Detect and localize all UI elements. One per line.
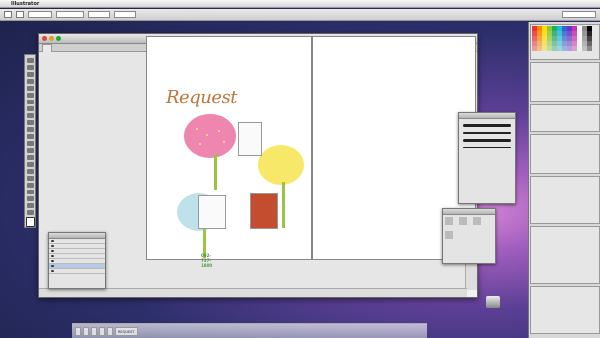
brushes-panel xyxy=(458,112,516,204)
color-panel xyxy=(530,62,600,102)
brushes-panel-header[interactable] xyxy=(459,113,515,119)
symbols-panel-header[interactable] xyxy=(443,209,495,215)
symbol-thumbnail[interactable] xyxy=(445,217,453,225)
flower-dot xyxy=(196,128,198,130)
rectangle-tool-icon[interactable] xyxy=(26,99,34,105)
brush-field[interactable] xyxy=(56,11,84,18)
opacity-field[interactable] xyxy=(114,11,136,18)
artboards-panel xyxy=(530,286,600,334)
flower-dot xyxy=(199,143,201,145)
eyedropper-tool-icon[interactable] xyxy=(26,175,34,181)
layers-panel xyxy=(48,232,106,289)
dock-item[interactable] xyxy=(107,326,113,336)
rotate-tool-icon[interactable] xyxy=(26,120,34,126)
symbol-thumbnail[interactable] xyxy=(445,231,453,239)
control-bar xyxy=(0,9,600,21)
visibility-icon[interactable] xyxy=(51,265,54,267)
pink-flower xyxy=(184,114,236,158)
style-field[interactable] xyxy=(88,11,110,18)
symbol-sprayer-tool-icon[interactable] xyxy=(26,147,34,153)
text-block-right xyxy=(238,160,264,178)
direct-selection-tool-icon[interactable] xyxy=(26,64,34,70)
pencil-tool-icon[interactable] xyxy=(26,113,34,119)
appearance-panel xyxy=(530,226,600,284)
zoom-button-icon[interactable] xyxy=(56,36,61,41)
swatches-panel xyxy=(530,24,600,60)
flower-dot xyxy=(223,141,225,143)
document-tab[interactable] xyxy=(42,44,52,52)
stroke-panel xyxy=(530,134,600,174)
window-controls xyxy=(42,36,61,41)
tools-panel xyxy=(24,54,36,228)
visibility-icon[interactable] xyxy=(51,250,54,252)
visibility-icon[interactable] xyxy=(51,270,54,272)
horizontal-scrollbar[interactable] xyxy=(39,288,467,297)
pink-flower-stem xyxy=(214,154,217,190)
pen-tool-icon[interactable] xyxy=(26,78,34,84)
mesh-tool-icon[interactable] xyxy=(26,161,34,167)
fill-swatch[interactable] xyxy=(4,11,12,18)
menu-bar: Illustrator xyxy=(0,0,600,8)
photo-top xyxy=(238,122,262,156)
brush-stroke[interactable] xyxy=(463,132,511,134)
symbols-panel xyxy=(442,208,496,264)
yellow-flower xyxy=(258,145,304,185)
graph-tool-icon[interactable] xyxy=(26,154,34,160)
magic-wand-tool-icon[interactable] xyxy=(26,71,34,77)
swatch-grid xyxy=(531,25,599,52)
blend-tool-icon[interactable] xyxy=(26,182,34,188)
fill-stroke-icon[interactable] xyxy=(25,217,35,228)
dock-item[interactable] xyxy=(83,326,89,336)
brush-stroke[interactable] xyxy=(463,139,511,142)
scale-tool-icon[interactable] xyxy=(26,127,34,133)
dock-bar: REQUEST xyxy=(72,323,427,338)
artwork-title: Request xyxy=(166,87,237,108)
layer-row[interactable] xyxy=(49,269,105,274)
visibility-icon[interactable] xyxy=(51,255,54,257)
color-swatch[interactable] xyxy=(587,46,592,51)
menu-app-name[interactable]: Illustrator xyxy=(11,1,39,7)
free-transform-tool-icon[interactable] xyxy=(26,141,34,146)
gradient-tool-icon[interactable] xyxy=(26,168,34,174)
hand-tool-icon[interactable] xyxy=(26,203,34,209)
selection-tool-icon[interactable] xyxy=(26,58,34,63)
zoom-tool-icon[interactable] xyxy=(26,210,34,216)
brush-stroke[interactable] xyxy=(463,147,511,148)
transform-panel xyxy=(530,176,600,224)
telephone-number: 092-737-1800 xyxy=(201,253,213,268)
close-button-icon[interactable] xyxy=(42,36,47,41)
visibility-icon[interactable] xyxy=(51,245,54,247)
hard-drive-icon xyxy=(486,296,500,308)
slice-tool-icon[interactable] xyxy=(26,189,34,195)
line-tool-icon[interactable] xyxy=(26,92,34,98)
flower-dot xyxy=(218,130,220,132)
paintbrush-tool-icon[interactable] xyxy=(26,106,34,112)
minimize-button-icon[interactable] xyxy=(49,36,54,41)
desktop-drive-icon[interactable] xyxy=(480,296,506,309)
type-tool-icon[interactable] xyxy=(26,85,34,91)
symbol-thumbnail[interactable] xyxy=(458,217,467,225)
visibility-icon[interactable] xyxy=(51,240,54,242)
photo-poster xyxy=(250,193,278,229)
yellow-flower-stem xyxy=(282,182,285,228)
dock-item-request[interactable]: REQUEST xyxy=(115,326,138,336)
stroke-field[interactable] xyxy=(28,11,52,18)
dock-item[interactable] xyxy=(99,326,105,336)
right-panel-dock xyxy=(528,22,600,338)
warp-tool-icon[interactable] xyxy=(26,134,34,140)
gradient-panel xyxy=(530,104,600,132)
photo-middle xyxy=(198,195,226,229)
eraser-tool-icon[interactable] xyxy=(26,196,34,202)
visibility-icon[interactable] xyxy=(51,260,54,262)
dock-item[interactable] xyxy=(75,326,81,336)
dock-item[interactable] xyxy=(91,326,97,336)
brush-stroke[interactable] xyxy=(463,124,511,127)
search-field[interactable] xyxy=(562,11,596,18)
symbol-thumbnail[interactable] xyxy=(472,217,481,225)
stroke-swatch[interactable] xyxy=(16,11,24,18)
text-block-lower xyxy=(254,240,284,262)
flower-dot xyxy=(206,134,208,136)
